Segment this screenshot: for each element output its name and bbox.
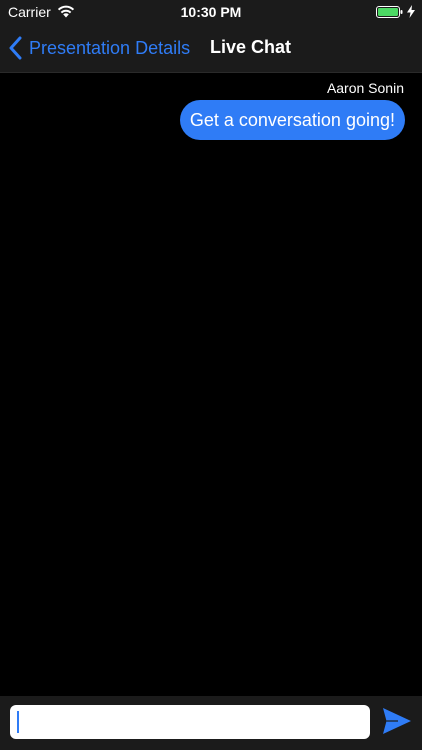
- clock: 10:30 PM: [180, 4, 242, 20]
- composer-bar: [0, 696, 422, 750]
- chevron-left-icon: [9, 36, 22, 60]
- send-arrow-icon[interactable]: [381, 706, 413, 736]
- status-bar: Carrier 10:30 PM: [0, 0, 422, 24]
- back-button[interactable]: Presentation Details: [8, 35, 190, 61]
- text-caret: [17, 711, 19, 733]
- charging-bolt-icon: [407, 5, 415, 18]
- page-title: Live Chat: [210, 37, 292, 57]
- navigation-bar: Presentation Details Live Chat: [0, 24, 422, 73]
- message-input[interactable]: [10, 705, 370, 739]
- message-list[interactable]: Aaron Sonin Get a conversation going!: [0, 74, 422, 696]
- live-chat-screen: Carrier 10:30 PM Presentation Details Li…: [0, 0, 422, 750]
- message-author: Aaron Sonin: [326, 80, 404, 96]
- battery-icon: [376, 6, 403, 18]
- back-button-label: Presentation Details: [29, 37, 191, 58]
- message-bubble: Get a conversation going!: [179, 100, 405, 140]
